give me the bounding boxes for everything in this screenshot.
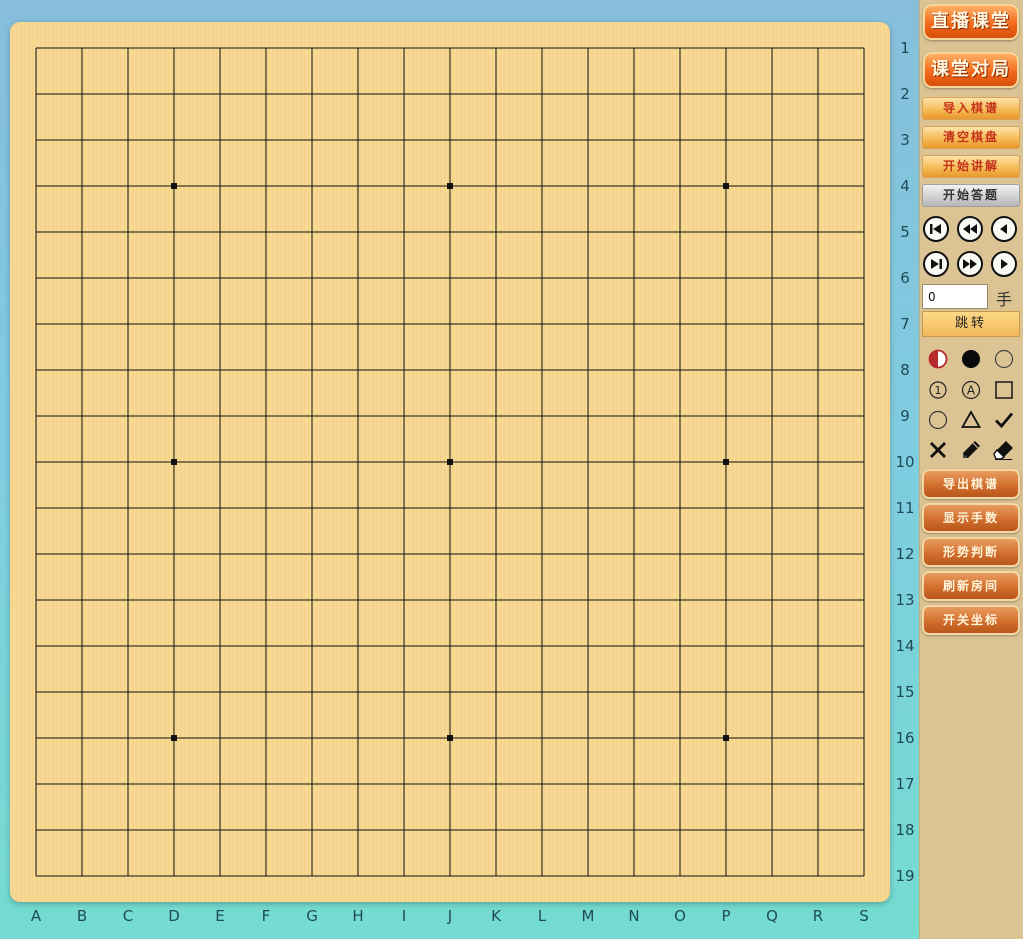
- toggle-coordinates-button[interactable]: 开关坐标: [922, 605, 1020, 635]
- row-label: 5: [900, 223, 910, 241]
- jump-button[interactable]: 跳转: [922, 311, 1020, 337]
- row-label: 1: [900, 39, 910, 57]
- column-label: P: [721, 907, 731, 925]
- column-label: F: [261, 907, 271, 925]
- step-back-button[interactable]: [991, 216, 1017, 242]
- row-label: 7: [900, 315, 910, 333]
- alternate-color-icon[interactable]: [926, 347, 950, 371]
- star-point: [447, 459, 453, 465]
- fast-forward-icon: [963, 259, 977, 269]
- row-label: 11: [895, 499, 915, 517]
- row-label: 6: [900, 269, 910, 287]
- side-panel: 直播课堂 课堂对局 导入棋谱 清空棋盘 开始讲解 开始答题 手 跳转 1 A: [919, 0, 1023, 939]
- white-stone-icon[interactable]: [992, 347, 1016, 371]
- import-record-button[interactable]: 导入棋谱: [922, 97, 1020, 120]
- column-label: M: [581, 907, 595, 925]
- eraser-icon[interactable]: [992, 438, 1016, 462]
- column-label: S: [859, 907, 869, 925]
- move-unit-label: 手: [996, 290, 1013, 309]
- column-label: C: [122, 907, 134, 925]
- star-point: [723, 459, 729, 465]
- column-label: B: [76, 907, 88, 925]
- column-label: A: [30, 907, 42, 925]
- start-lecture-button[interactable]: 开始讲解: [922, 155, 1020, 178]
- column-label: O: [674, 907, 686, 925]
- step-back-icon: [1000, 224, 1007, 234]
- skip-to-end-button[interactable]: [923, 251, 949, 277]
- play-icon: [1001, 259, 1008, 269]
- cross-mark-icon[interactable]: [926, 438, 950, 462]
- row-label: 17: [895, 775, 915, 793]
- move-number-input[interactable]: [922, 284, 988, 309]
- number-mark-icon[interactable]: 1: [926, 378, 950, 402]
- row-label: 14: [895, 637, 915, 655]
- show-move-numbers-button[interactable]: 显示手数: [922, 503, 1020, 533]
- row-label: 2: [900, 85, 910, 103]
- row-label: 16: [895, 729, 915, 747]
- play-button[interactable]: [991, 251, 1017, 277]
- star-point: [171, 459, 177, 465]
- pencil-icon[interactable]: [959, 438, 983, 462]
- star-point: [171, 735, 177, 741]
- star-point: [171, 183, 177, 189]
- row-label: 18: [895, 821, 915, 839]
- column-label: K: [491, 907, 501, 925]
- column-label: I: [401, 907, 407, 925]
- row-label: 4: [900, 177, 910, 195]
- column-label: L: [537, 907, 547, 925]
- check-mark-icon[interactable]: [992, 408, 1016, 432]
- row-label: 10: [895, 453, 915, 471]
- clear-board-button[interactable]: 清空棋盘: [922, 126, 1020, 149]
- go-board[interactable]: [10, 22, 890, 902]
- column-label: G: [306, 907, 318, 925]
- column-label: J: [447, 907, 453, 925]
- row-label: 15: [895, 683, 915, 701]
- rewind-button[interactable]: [957, 216, 983, 242]
- column-label: Q: [766, 907, 778, 925]
- refresh-room-button[interactable]: 刷新房间: [922, 571, 1020, 601]
- fast-forward-button[interactable]: [957, 251, 983, 277]
- row-label: 19: [895, 867, 915, 885]
- circle-mark-icon[interactable]: [926, 408, 950, 432]
- column-label: E: [215, 907, 225, 925]
- star-point: [723, 183, 729, 189]
- board-grid[interactable]: [10, 22, 890, 902]
- row-label: 9: [900, 407, 910, 425]
- row-label: 3: [900, 131, 910, 149]
- column-label: H: [352, 907, 364, 925]
- triangle-mark-icon[interactable]: [959, 408, 983, 432]
- skip-to-start-button[interactable]: [923, 216, 949, 242]
- skip-to-end-icon: [931, 259, 942, 269]
- export-record-button[interactable]: 导出棋谱: [922, 469, 1020, 499]
- black-stone-icon[interactable]: [959, 347, 983, 371]
- row-label: 13: [895, 591, 915, 609]
- column-label: R: [812, 907, 824, 925]
- star-point: [723, 735, 729, 741]
- rewind-icon: [963, 224, 977, 234]
- skip-to-start-icon: [930, 224, 941, 234]
- class-game-button[interactable]: 课堂对局: [923, 52, 1019, 88]
- row-label: 12: [895, 545, 915, 563]
- row-label: 8: [900, 361, 910, 379]
- square-mark-icon[interactable]: [992, 378, 1016, 402]
- live-class-button[interactable]: 直播课堂: [923, 4, 1019, 40]
- column-label: N: [628, 907, 640, 925]
- letter-mark-icon[interactable]: A: [959, 378, 983, 402]
- star-point: [447, 183, 453, 189]
- svg-text:A: A: [967, 384, 976, 398]
- star-point: [447, 735, 453, 741]
- svg-text:1: 1: [935, 384, 942, 397]
- position-judgement-button[interactable]: 形势判断: [922, 537, 1020, 567]
- column-label: D: [168, 907, 180, 925]
- start-answer-button[interactable]: 开始答题: [922, 184, 1020, 207]
